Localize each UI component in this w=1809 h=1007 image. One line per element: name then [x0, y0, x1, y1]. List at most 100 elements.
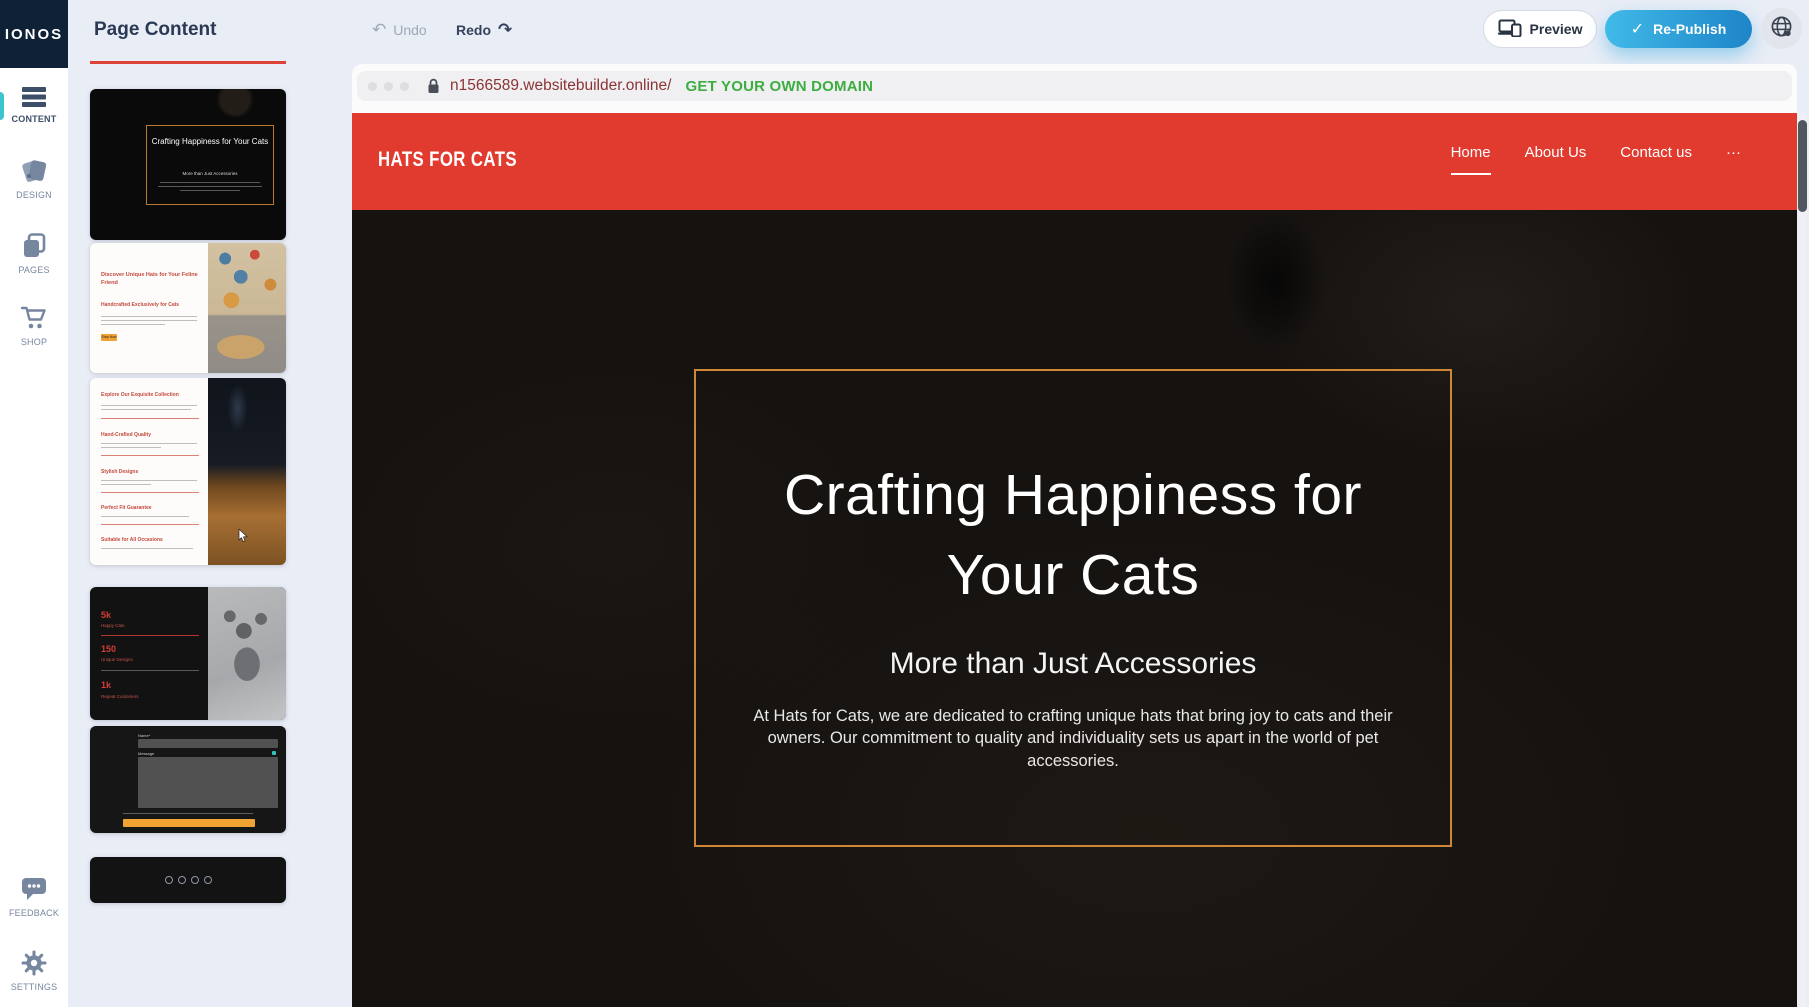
site-header[interactable]: HATS FOR CATS Home About Us Contact us ·… [352, 113, 1797, 210]
section-thumbnail-stats[interactable]: 5k Happy Cats 150 Unique Designs 1k Repe… [90, 587, 286, 720]
thumb-features-subheading: Handcrafted Exclusively for Cats [101, 302, 201, 308]
text-placeholder-line [123, 813, 253, 814]
thumb-section-heading: Stylish Designs [101, 469, 201, 475]
text-placeholder-line [101, 480, 197, 481]
text-placeholder-line [101, 548, 193, 549]
thumb-hero-subtitle: More than Just Accessories [147, 171, 273, 176]
ionos-logo: IONOS [0, 0, 68, 68]
thumb-hero-title: Crafting Happiness for Your Cats [151, 136, 269, 147]
thumb-form-submit-button [123, 819, 255, 827]
sidebar-item-label: FEEDBACK [9, 908, 59, 918]
sidebar-item-label: SHOP [21, 337, 47, 347]
social-icon [191, 876, 199, 884]
thumb-section-heading: Hand-Crafted Quality [101, 432, 201, 438]
thumb-shop-now-button: Shop Now [101, 334, 117, 341]
browser-url-bar: n1566589.websitebuilder.online/ GET YOUR… [357, 71, 1792, 101]
divider [101, 670, 199, 671]
divider [101, 418, 199, 419]
text-placeholder-line [101, 316, 197, 317]
thumb-section-heading: Suitable for All Occasions [101, 537, 201, 543]
nav-overflow-ellipsis[interactable]: ··· [1726, 144, 1741, 167]
site-preview-window: n1566589.websitebuilder.online/ GET YOUR… [352, 64, 1797, 1007]
thumb-features-heading: Discover Unique Hats for Your Feline Fri… [101, 272, 201, 287]
redo-arrow-icon: ↷ [498, 22, 512, 38]
preview-button[interactable]: Preview [1483, 10, 1597, 48]
sidebar-item-settings[interactable]: SETTINGS [0, 950, 68, 992]
text-placeholder-line [101, 447, 161, 448]
page-content-panel: Page Content Crafting Happiness for Your… [68, 0, 302, 1007]
pages-icon [21, 233, 47, 259]
hero-section[interactable]: Crafting Happiness for Your Cats More th… [352, 210, 1797, 1007]
thumb-form-name-label: Name* [138, 733, 150, 738]
thumb-cats-street-photo [208, 243, 286, 373]
section-thumbnail-contact-form[interactable]: Name* Message [90, 726, 286, 833]
stat-value: 1k [101, 680, 111, 690]
thumb-social-icons [90, 876, 286, 884]
undo-button[interactable]: ↶ Undo [372, 22, 427, 38]
site-logo[interactable]: HATS FOR CATS [378, 148, 517, 172]
window-dot [368, 82, 377, 91]
nav-item-home[interactable]: Home [1451, 144, 1491, 167]
redo-button[interactable]: Redo ↷ [456, 22, 512, 38]
window-dot [400, 82, 409, 91]
stat-label: Repeat Customers [101, 694, 139, 699]
section-thumbnail-footer[interactable] [90, 857, 286, 903]
divider [101, 635, 199, 636]
devices-icon [1498, 19, 1522, 40]
thumb-form-message-label: Message [138, 751, 154, 756]
text-placeholder-line [160, 182, 260, 183]
browser-window-dots [368, 82, 409, 91]
sidebar-item-feedback[interactable]: FEEDBACK [0, 876, 68, 918]
thumb-form-message-textarea [138, 757, 278, 808]
redo-label: Redo [456, 22, 491, 38]
site-nav: Home About Us Contact us ··· [1451, 144, 1741, 167]
sidebar-item-label: CONTENT [12, 114, 57, 124]
divider [101, 524, 199, 525]
content-icon [21, 86, 47, 108]
republish-label: Re-Publish [1653, 21, 1726, 37]
get-domain-link[interactable]: GET YOUR OWN DOMAIN [685, 78, 873, 95]
language-globe-button[interactable] [1761, 8, 1802, 49]
sidebar-item-pages[interactable]: PAGES [0, 233, 68, 275]
thumb-section-heading: Perfect Fit Guarantee [101, 505, 201, 511]
text-placeholder-line [180, 190, 240, 191]
sidebar-item-label: DESIGN [16, 190, 52, 200]
text-placeholder-line [158, 186, 262, 187]
preview-scrollbar-track [1798, 113, 1807, 1007]
sidebar-item-design[interactable]: DESIGN [0, 158, 68, 200]
panel-accent-underline [90, 61, 286, 64]
nav-item-contact[interactable]: Contact us [1620, 144, 1692, 167]
shop-cart-icon [20, 305, 48, 331]
nav-item-about[interactable]: About Us [1525, 144, 1587, 167]
divider [101, 492, 199, 493]
section-thumbnail-collection[interactable]: Explore Our Exquisite Collection Hand-Cr… [90, 378, 286, 565]
preview-label: Preview [1530, 21, 1583, 37]
selected-element-outline[interactable]: Crafting Happiness for Your Cats More th… [694, 369, 1452, 847]
republish-button[interactable]: ✓ Re-Publish [1605, 10, 1752, 48]
social-icon [178, 876, 186, 884]
sidebar-item-content[interactable]: CONTENT [0, 86, 68, 124]
design-icon [20, 158, 48, 184]
section-thumbnail-features[interactable]: Discover Unique Hats for Your Feline Fri… [90, 243, 286, 373]
sidebar-item-shop[interactable]: SHOP [0, 305, 68, 347]
hero-title[interactable]: Crafting Happiness for Your Cats [696, 455, 1450, 615]
sidebar-item-label: SETTINGS [11, 982, 58, 992]
website-canvas: HATS FOR CATS Home About Us Contact us ·… [352, 113, 1797, 1007]
stat-value: 150 [101, 644, 116, 654]
text-placeholder-line [101, 320, 197, 321]
site-url: n1566589.websitebuilder.online/ [450, 77, 671, 95]
preview-scrollbar-thumb[interactable] [1798, 120, 1807, 212]
sidebar: IONOS CONTENT DESIGN [0, 0, 68, 1007]
website-builder-app: IONOS CONTENT DESIGN [0, 0, 1809, 1007]
hero-paragraph[interactable]: At Hats for Cats, we are dedicated to cr… [737, 705, 1409, 772]
thumb-section-heading: Explore Our Exquisite Collection [101, 392, 201, 398]
feedback-icon [20, 876, 48, 902]
social-icon [165, 876, 173, 884]
thumb-form-edit-icon [272, 751, 276, 755]
section-thumbnail-hero[interactable]: Crafting Happiness for Your Cats More th… [90, 89, 286, 240]
hero-subtitle[interactable]: More than Just Accessories [696, 647, 1450, 681]
page-title: Page Content [94, 19, 216, 41]
sidebar-item-label: PAGES [18, 265, 49, 275]
gear-icon [21, 950, 47, 976]
undo-arrow-icon: ↶ [372, 22, 386, 38]
